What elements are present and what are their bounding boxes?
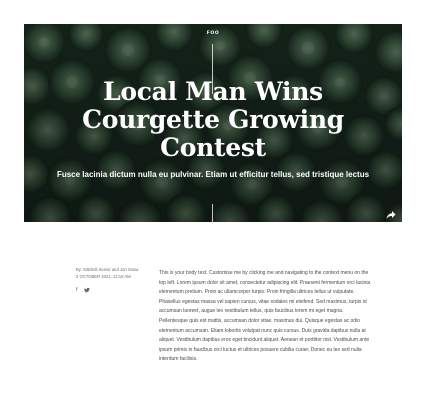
article-title: Local Man Wins Courgette Growing Contest	[82, 77, 344, 162]
author-names: By: Mitchell Senior and Jon Snow	[76, 267, 139, 272]
social-share-links: f	[76, 287, 90, 295]
article-subtitle: Fusce lacinia dictum nulla eu pulvinar. …	[56, 170, 370, 179]
twitter-icon[interactable]	[83, 287, 90, 295]
publish-date: 2 OCTOBER 2021, 12:15 AM	[76, 274, 131, 279]
share-arrow-icon[interactable]	[386, 207, 396, 219]
article-byline: By: Mitchell Senior and Jon Snow 2 OCTOB…	[76, 267, 156, 280]
facebook-icon[interactable]: f	[76, 287, 78, 295]
divider-line-bottom	[212, 204, 213, 222]
category-label[interactable]: FOO	[24, 31, 402, 36]
article-body: This is your body text. Customise me by …	[159, 270, 371, 363]
hero-banner: FOO Local Man Wins Courgette Growing Con…	[24, 24, 402, 222]
